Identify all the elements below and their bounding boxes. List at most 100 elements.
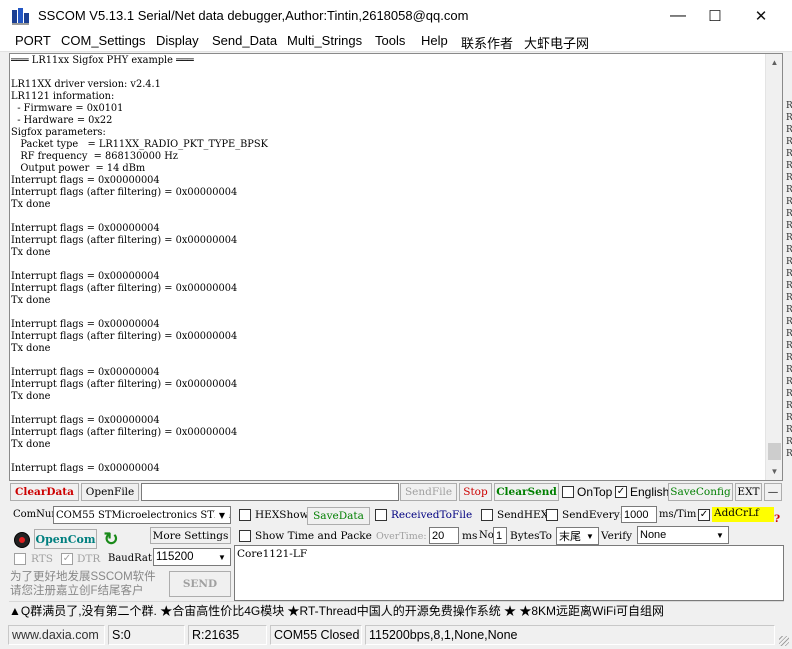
receive-line: Output power = 14 dBm [11, 163, 146, 174]
maximize-button[interactable]: ☐ [692, 0, 738, 31]
hexshow-checkbox[interactable] [239, 509, 251, 521]
website-link[interactable]: www.daxia.com [8, 625, 105, 645]
ontop-checkbox[interactable] [562, 486, 574, 498]
dtr-label: DTR [77, 553, 101, 565]
title-bar: SSCOM V5.13.1 Serial/Net data debugger,A… [0, 0, 792, 31]
open-com-button[interactable]: OpenCom [34, 529, 97, 549]
clear-data-button[interactable]: ClearData [10, 483, 79, 501]
stop-button[interactable]: Stop [459, 483, 492, 501]
file-path-input[interactable] [141, 483, 399, 501]
rts-label: RTS [31, 553, 53, 565]
collapse-button[interactable]: — [764, 483, 782, 501]
chevron-down-icon[interactable]: ▼ [713, 528, 727, 542]
received-to-file-label: ReceivedToFile [391, 509, 473, 521]
promo-line-2: 请您注册嘉立创F结尾客户 [10, 585, 144, 597]
receive-line: Tx done [11, 343, 51, 354]
menu-com-settings[interactable]: COM_Settings [61, 33, 146, 48]
scroll-up-arrow-icon[interactable]: ▲ [766, 54, 782, 71]
sendhex-checkbox[interactable] [481, 509, 493, 521]
receive-line [11, 403, 763, 415]
promo-text[interactable]: 为了更好地发展SSCOM软件 请您注册嘉立创F结尾客户 [10, 570, 158, 600]
no-input[interactable]: 1 [493, 527, 507, 544]
status-bar: www.daxia.com S:0 R:21635 COM55 Closed 1… [0, 621, 792, 649]
receive-line: Interrupt flags = 0x00000004 [11, 223, 160, 234]
multi-strings-panel-edge: R R R R R R R R R R R R R R R R R R R R … [786, 101, 792, 459]
received-to-file-checkbox[interactable] [375, 509, 387, 521]
dtr-checkbox[interactable]: ✓ [61, 553, 73, 565]
sendhex-label: SendHEX [497, 509, 549, 521]
chevron-down-icon[interactable]: ▼ [215, 508, 229, 522]
receive-line: - Firmware = 0x0101 [11, 103, 124, 114]
verify-label: Verify [601, 530, 633, 542]
receive-line [11, 451, 763, 463]
save-config-button[interactable]: SaveConfig [668, 483, 733, 501]
received-count: R:21635 [188, 625, 267, 645]
overtime-input[interactable]: 20 [429, 527, 459, 544]
scroll-down-arrow-icon[interactable]: ▼ [766, 463, 782, 480]
receive-line: Interrupt flags (after filtering) = 0x00… [11, 427, 238, 438]
help-mark-icon[interactable]: ? [774, 513, 780, 525]
receive-line [11, 67, 763, 79]
receive-line: Interrupt flags (after filtering) = 0x00… [11, 235, 238, 246]
more-settings-button[interactable]: More Settings [150, 527, 231, 544]
chevron-down-icon[interactable]: ▼ [583, 529, 597, 543]
menu-send-data[interactable]: Send_Data [212, 33, 277, 48]
close-button[interactable]: ✕ [738, 0, 784, 31]
refresh-icon[interactable]: ↻ [101, 529, 121, 549]
chevron-down-icon[interactable]: ▼ [215, 550, 229, 564]
tail-select[interactable]: 末尾 ▼ [556, 527, 599, 545]
receive-line [11, 211, 763, 223]
baudrate-value: 115200 [156, 551, 194, 563]
english-label: English [630, 485, 670, 499]
menu-multi-strings[interactable]: Multi_Strings [287, 33, 362, 48]
sent-count: S:0 [108, 625, 185, 645]
addcrlf-checkbox[interactable]: ✓ [698, 509, 710, 521]
receive-line: RF frequency = 868130000 Hz [11, 151, 178, 162]
show-time-checkbox[interactable] [239, 530, 251, 542]
receive-line: LR11XX driver version: v2.4.1 [11, 79, 161, 90]
ad-ticker[interactable]: ▲Q群满员了,没有第二个群. ★合宙高性价比4G模块 ★RT-Thread中国人… [9, 601, 784, 620]
resize-grip-icon[interactable] [779, 636, 789, 646]
receive-area[interactable]: ═══ LR11xx Sigfox PHY example ═══ LR11XX… [9, 53, 783, 481]
receive-line: Packet type = LR11XX_RADIO_PKT_TYPE_BPSK [11, 139, 268, 150]
receive-line: Tx done [11, 439, 51, 450]
receive-line [11, 307, 763, 319]
menu-bar: PORT COM_Settings Display Send_Data Mult… [0, 31, 792, 52]
receive-line: Tx done [11, 391, 51, 402]
verify-value: None [640, 529, 667, 541]
send-file-button[interactable]: SendFile [400, 483, 457, 501]
verify-select[interactable]: None ▼ [637, 526, 729, 544]
menu-help[interactable]: Help [421, 33, 448, 48]
rts-checkbox[interactable] [14, 553, 26, 565]
menu-daxia-website[interactable]: 大虾电子网 [524, 33, 589, 52]
ext-button[interactable]: EXT [735, 483, 762, 501]
send-every-checkbox[interactable] [546, 509, 558, 521]
save-data-button[interactable]: SaveData [307, 507, 370, 525]
send-text-input[interactable]: Core1121-LF [234, 545, 784, 601]
receive-line: - Hardware = 0x22 [11, 115, 113, 126]
clear-send-button[interactable]: ClearSend [494, 483, 559, 501]
comnum-select[interactable]: COM55 STMicroelectronics STLink ▼ [53, 506, 231, 524]
scroll-thumb[interactable] [768, 443, 781, 460]
send-button[interactable]: SEND [169, 571, 231, 597]
addcrlf-label: AddCrLf [712, 507, 774, 522]
open-file-button[interactable]: OpenFile [81, 483, 139, 501]
receive-line: Tx done [11, 199, 51, 210]
receive-line: Interrupt flags (after filtering) = 0x00… [11, 379, 238, 390]
vertical-scrollbar[interactable]: ▲ ▼ [765, 54, 782, 480]
baudrate-select[interactable]: 115200 ▼ [153, 548, 231, 566]
port-params: 115200bps,8,1,None,None [365, 625, 775, 645]
tail-value: 末尾 [559, 531, 581, 543]
english-checkbox[interactable]: ✓ [615, 486, 627, 498]
menu-display[interactable]: Display [156, 33, 199, 48]
window-title: SSCOM V5.13.1 Serial/Net data debugger,A… [38, 8, 469, 23]
menu-contact-author[interactable]: 联系作者 [461, 33, 513, 52]
baudrate-label: BaudRate [108, 553, 152, 564]
menu-port[interactable]: PORT [15, 33, 51, 48]
menu-tools[interactable]: Tools [375, 33, 405, 48]
interval-input[interactable]: 1000 [621, 506, 657, 523]
promo-line-1: 为了更好地发展SSCOM软件 [10, 571, 156, 583]
receive-line: Interrupt flags = 0x00000004 [11, 367, 160, 378]
receive-line: Interrupt flags = 0x00000004 [11, 463, 160, 474]
receive-line: Interrupt flags (after filtering) = 0x00… [11, 283, 238, 294]
